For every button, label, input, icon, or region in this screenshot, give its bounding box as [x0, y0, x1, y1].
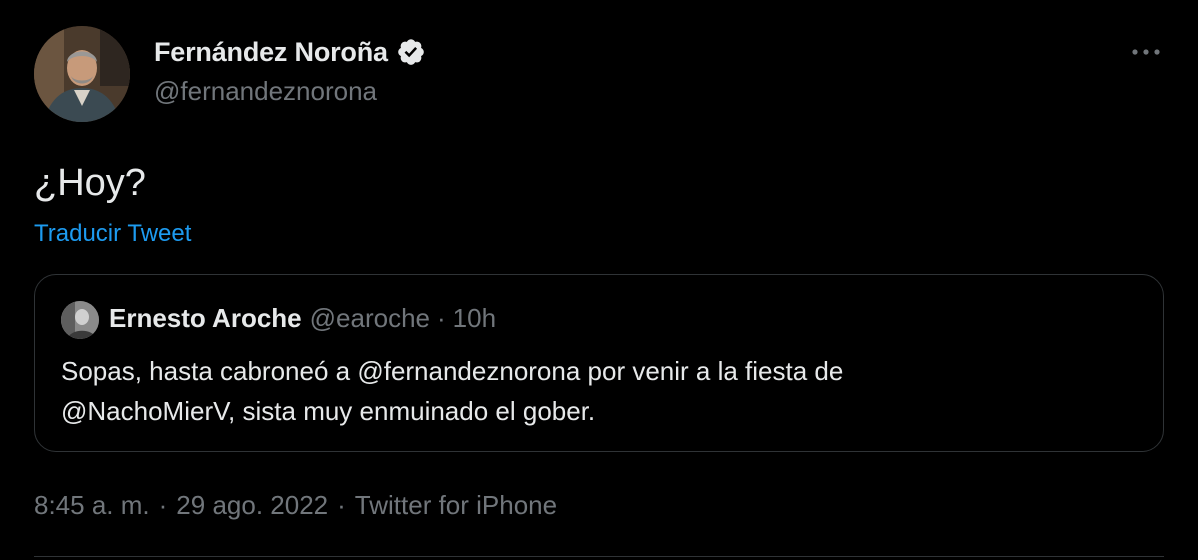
- quoted-header-separator: ·: [437, 303, 446, 333]
- tweet-date[interactable]: 29 ago. 2022: [176, 490, 328, 521]
- quoted-author-handle[interactable]: @earoche: [310, 303, 430, 334]
- quoted-author-avatar[interactable]: [61, 301, 99, 339]
- author-handle[interactable]: @fernandeznorona: [154, 76, 377, 107]
- tweet-text: ¿Hoy?: [34, 162, 146, 204]
- verified-badge-icon: [396, 37, 426, 67]
- quoted-tweet-header: Ernesto Aroche @earoche · 10h: [109, 303, 496, 334]
- tweet-card: Fernández Noroña @fernandeznorona ¿Hoy? …: [0, 0, 1198, 560]
- quoted-tweet-text: Sopas, hasta cabroneó a @fernandeznorona…: [61, 351, 1121, 431]
- quoted-tweet-text-line: @NachoMierV, sista muy enmuinado el gobe…: [61, 396, 596, 426]
- author-avatar[interactable]: [34, 26, 130, 122]
- quoted-author-name[interactable]: Ernesto Aroche: [109, 303, 302, 334]
- quoted-tweet-text-line: Sopas, hasta cabroneó a @fernandeznorona…: [61, 356, 844, 386]
- translate-tweet-link[interactable]: Traducir Tweet: [34, 220, 191, 248]
- tweet-metadata: 8:45 a. m. · 29 ago. 2022 · Twitter for …: [34, 490, 557, 521]
- quoted-tweet-time[interactable]: 10h: [453, 303, 496, 334]
- author-name[interactable]: Fernández Noroña: [154, 37, 388, 68]
- author-name-row[interactable]: Fernández Noroña: [154, 34, 426, 70]
- tweet-time[interactable]: 8:45 a. m.: [34, 490, 150, 521]
- meta-separator: ·: [158, 490, 168, 520]
- divider: [34, 556, 1164, 557]
- tweet-source[interactable]: Twitter for iPhone: [355, 490, 557, 521]
- quoted-tweet[interactable]: Ernesto Aroche @earoche · 10h Sopas, has…: [34, 274, 1164, 452]
- more-options-icon[interactable]: [1128, 40, 1164, 64]
- meta-separator: ·: [337, 490, 346, 520]
